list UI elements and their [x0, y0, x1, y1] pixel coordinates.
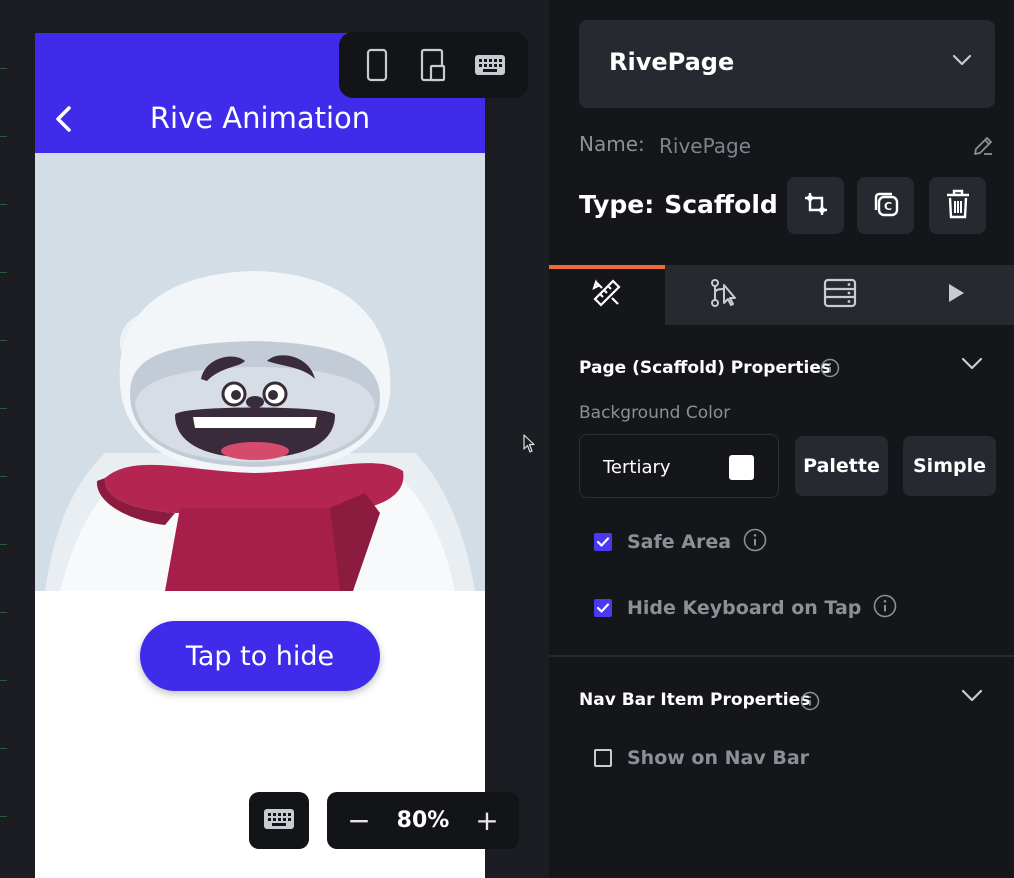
safe-area-row: Safe Area [594, 527, 767, 557]
palette-button[interactable]: Palette [795, 436, 888, 496]
keyboard-icon[interactable] [470, 45, 510, 85]
crop-icon [802, 190, 830, 222]
canvas-ruler [0, 0, 8, 878]
chevron-down-icon [951, 52, 973, 71]
database-icon [823, 278, 857, 312]
tab-preview[interactable] [898, 265, 1014, 325]
background-color-field[interactable]: Tertiary [579, 434, 779, 498]
pencil-icon[interactable] [971, 134, 995, 162]
background-color-label: Background Color [579, 403, 731, 423]
info-icon[interactable] [800, 691, 820, 715]
zoom-out-button[interactable]: − [345, 806, 373, 835]
show-on-nav-bar-checkbox[interactable] [594, 749, 612, 767]
tab-backend-query[interactable] [782, 265, 898, 325]
safe-area-checkbox[interactable] [594, 533, 612, 551]
ruler-pencil-icon [591, 277, 623, 313]
hide-keyboard-checkbox[interactable] [594, 599, 612, 617]
name-value: RivePage [659, 134, 752, 158]
svg-text:C: C [883, 200, 891, 213]
mouse-cursor-icon [523, 434, 537, 458]
color-swatch [729, 455, 754, 480]
hide-keyboard-label: Hide Keyboard on Tap [627, 597, 862, 619]
show-on-nav-bar-label: Show on Nav Bar [627, 747, 810, 769]
zoom-controls: − 80% + [327, 792, 519, 849]
phone-preview[interactable]: Rive Animation Tap to hide [35, 33, 485, 878]
phone-icon[interactable] [357, 45, 397, 85]
section-divider [549, 655, 1014, 657]
tap-to-hide-button[interactable]: Tap to hide [140, 621, 380, 691]
delete-widget-button[interactable] [929, 177, 986, 234]
type-label: Type: [579, 190, 655, 219]
tab-actions[interactable] [665, 265, 781, 325]
background-color-value: Tertiary [603, 457, 671, 478]
flow-icon [707, 277, 739, 313]
chevron-down-icon[interactable] [960, 688, 984, 708]
type-value: Scaffold [664, 190, 778, 219]
keyboard-icon [263, 808, 295, 834]
tab-properties[interactable] [549, 265, 666, 325]
simple-button[interactable]: Simple [903, 436, 996, 496]
play-icon [945, 281, 967, 309]
page-selector-value: RivePage [609, 48, 735, 76]
info-icon[interactable] [743, 528, 767, 556]
wrap-widget-button[interactable] [787, 177, 844, 234]
properties-panel: RivePage Name: RivePage Type: Scaffold C [549, 0, 1014, 878]
copy-icon: C [871, 189, 901, 223]
design-canvas[interactable]: Rive Animation Tap to hide − 80% + [0, 0, 549, 878]
zoom-in-button[interactable]: + [473, 806, 501, 835]
info-icon[interactable] [873, 594, 897, 622]
nav-bar-properties-title: Nav Bar Item Properties [579, 690, 811, 710]
safe-area-label: Safe Area [627, 531, 732, 553]
panel-tabs [549, 265, 1014, 325]
rive-animation[interactable] [35, 153, 485, 591]
tablet-icon[interactable] [413, 45, 453, 85]
widget-type: Type: Scaffold [579, 190, 778, 219]
copy-widget-button[interactable]: C [857, 177, 914, 234]
page-properties-title: Page (Scaffold) Properties [579, 358, 831, 378]
show-on-nav-bar-row: Show on Nav Bar [594, 743, 809, 773]
device-toolbar [339, 32, 528, 98]
hide-keyboard-row: Hide Keyboard on Tap [594, 593, 897, 623]
trash-icon [945, 189, 971, 223]
name-label: Name: [579, 132, 645, 156]
page-selector[interactable]: RivePage [579, 20, 995, 108]
zoom-level: 80% [396, 808, 450, 833]
widget-name-row: Name: RivePage [579, 132, 995, 162]
flutterflow-editor: Rive Animation Tap to hide − 80% + RiveP… [0, 0, 1014, 878]
polar-bear-illustration [45, 271, 475, 591]
app-bar-title: Rive Animation [149, 101, 371, 135]
keyboard-toggle-button[interactable] [249, 792, 309, 849]
info-icon[interactable] [820, 358, 840, 382]
chevron-down-icon[interactable] [960, 356, 984, 376]
